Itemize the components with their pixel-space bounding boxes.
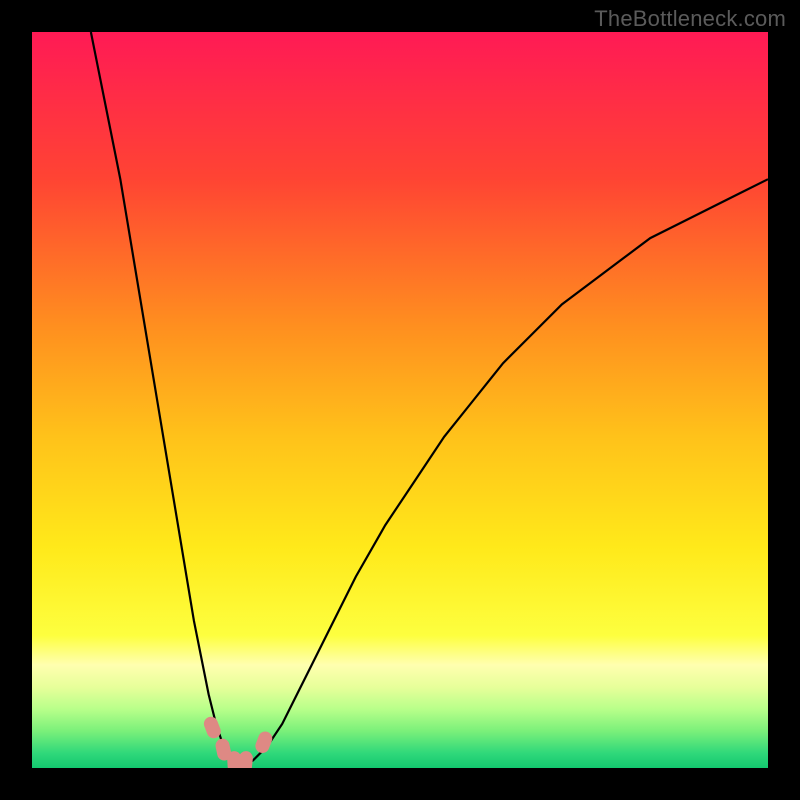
chart-frame: TheBottleneck.com xyxy=(0,0,800,800)
gradient-background xyxy=(32,32,768,768)
watermark-text: TheBottleneck.com xyxy=(594,6,786,32)
plot-area xyxy=(32,32,768,768)
chart-svg xyxy=(32,32,768,768)
